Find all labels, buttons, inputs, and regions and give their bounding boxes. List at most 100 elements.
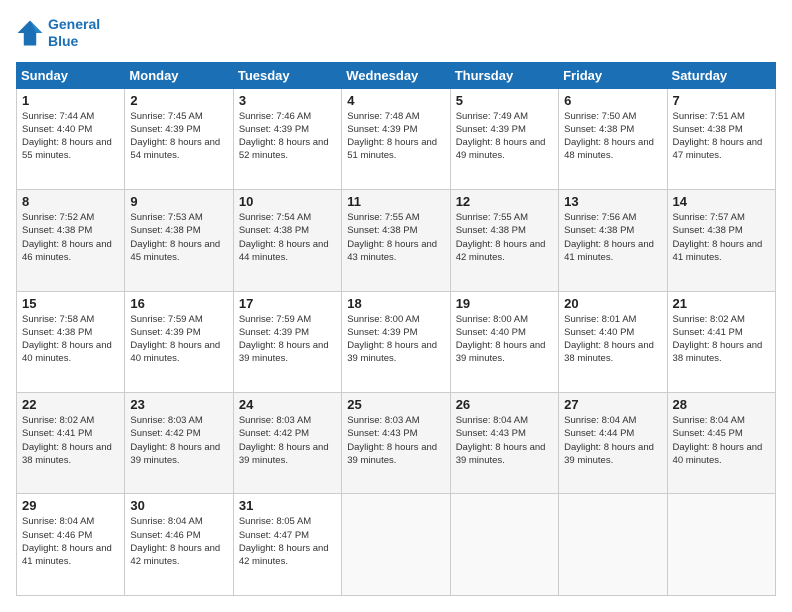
header: General Blue <box>16 16 776 50</box>
calendar-cell: 19 Sunrise: 8:00 AMSunset: 4:40 PMDaylig… <box>450 291 558 392</box>
cell-info: Sunrise: 7:51 AMSunset: 4:38 PMDaylight:… <box>673 111 763 162</box>
day-number: 15 <box>22 296 119 311</box>
calendar-cell: 9 Sunrise: 7:53 AMSunset: 4:38 PMDayligh… <box>125 190 233 291</box>
calendar-cell <box>342 494 450 596</box>
calendar-cell: 3 Sunrise: 7:46 AMSunset: 4:39 PMDayligh… <box>233 88 341 189</box>
day-number: 16 <box>130 296 227 311</box>
day-number: 2 <box>130 93 227 108</box>
cell-info: Sunrise: 7:58 AMSunset: 4:38 PMDaylight:… <box>22 314 112 365</box>
day-header-friday: Friday <box>559 62 667 88</box>
calendar-cell <box>667 494 775 596</box>
calendar-row-1: 1 Sunrise: 7:44 AMSunset: 4:40 PMDayligh… <box>17 88 776 189</box>
day-number: 17 <box>239 296 336 311</box>
calendar-cell: 20 Sunrise: 8:01 AMSunset: 4:40 PMDaylig… <box>559 291 667 392</box>
calendar-cell: 12 Sunrise: 7:55 AMSunset: 4:38 PMDaylig… <box>450 190 558 291</box>
calendar-cell: 30 Sunrise: 8:04 AMSunset: 4:46 PMDaylig… <box>125 494 233 596</box>
day-header-saturday: Saturday <box>667 62 775 88</box>
cell-info: Sunrise: 7:55 AMSunset: 4:38 PMDaylight:… <box>456 212 546 263</box>
day-number: 3 <box>239 93 336 108</box>
day-number: 9 <box>130 194 227 209</box>
cell-info: Sunrise: 8:03 AMSunset: 4:42 PMDaylight:… <box>130 415 220 466</box>
cell-info: Sunrise: 8:04 AMSunset: 4:46 PMDaylight:… <box>130 516 220 567</box>
calendar-cell: 25 Sunrise: 8:03 AMSunset: 4:43 PMDaylig… <box>342 393 450 494</box>
calendar-cell: 26 Sunrise: 8:04 AMSunset: 4:43 PMDaylig… <box>450 393 558 494</box>
cell-info: Sunrise: 7:45 AMSunset: 4:39 PMDaylight:… <box>130 111 220 162</box>
day-header-thursday: Thursday <box>450 62 558 88</box>
cell-info: Sunrise: 8:02 AMSunset: 4:41 PMDaylight:… <box>673 314 763 365</box>
calendar-cell: 11 Sunrise: 7:55 AMSunset: 4:38 PMDaylig… <box>342 190 450 291</box>
day-number: 4 <box>347 93 444 108</box>
cell-info: Sunrise: 7:59 AMSunset: 4:39 PMDaylight:… <box>130 314 220 365</box>
calendar-cell: 28 Sunrise: 8:04 AMSunset: 4:45 PMDaylig… <box>667 393 775 494</box>
day-number: 30 <box>130 498 227 513</box>
cell-info: Sunrise: 7:44 AMSunset: 4:40 PMDaylight:… <box>22 111 112 162</box>
cell-info: Sunrise: 8:04 AMSunset: 4:44 PMDaylight:… <box>564 415 654 466</box>
cell-info: Sunrise: 7:52 AMSunset: 4:38 PMDaylight:… <box>22 212 112 263</box>
cell-info: Sunrise: 8:03 AMSunset: 4:42 PMDaylight:… <box>239 415 329 466</box>
calendar-cell: 2 Sunrise: 7:45 AMSunset: 4:39 PMDayligh… <box>125 88 233 189</box>
day-number: 10 <box>239 194 336 209</box>
day-number: 31 <box>239 498 336 513</box>
calendar-cell: 23 Sunrise: 8:03 AMSunset: 4:42 PMDaylig… <box>125 393 233 494</box>
calendar-cell: 16 Sunrise: 7:59 AMSunset: 4:39 PMDaylig… <box>125 291 233 392</box>
calendar-cell: 29 Sunrise: 8:04 AMSunset: 4:46 PMDaylig… <box>17 494 125 596</box>
calendar-cell <box>559 494 667 596</box>
cell-info: Sunrise: 7:53 AMSunset: 4:38 PMDaylight:… <box>130 212 220 263</box>
day-number: 8 <box>22 194 119 209</box>
cell-info: Sunrise: 7:57 AMSunset: 4:38 PMDaylight:… <box>673 212 763 263</box>
calendar-cell: 15 Sunrise: 7:58 AMSunset: 4:38 PMDaylig… <box>17 291 125 392</box>
calendar-row-3: 15 Sunrise: 7:58 AMSunset: 4:38 PMDaylig… <box>17 291 776 392</box>
logo: General Blue <box>16 16 100 50</box>
day-number: 6 <box>564 93 661 108</box>
day-number: 22 <box>22 397 119 412</box>
calendar-cell: 10 Sunrise: 7:54 AMSunset: 4:38 PMDaylig… <box>233 190 341 291</box>
page: General Blue SundayMondayTuesdayWednesda… <box>0 0 792 612</box>
cell-info: Sunrise: 8:00 AMSunset: 4:40 PMDaylight:… <box>456 314 546 365</box>
day-number: 29 <box>22 498 119 513</box>
day-number: 11 <box>347 194 444 209</box>
day-number: 26 <box>456 397 553 412</box>
calendar-cell: 22 Sunrise: 8:02 AMSunset: 4:41 PMDaylig… <box>17 393 125 494</box>
calendar-row-4: 22 Sunrise: 8:02 AMSunset: 4:41 PMDaylig… <box>17 393 776 494</box>
calendar-cell: 6 Sunrise: 7:50 AMSunset: 4:38 PMDayligh… <box>559 88 667 189</box>
day-header-monday: Monday <box>125 62 233 88</box>
day-number: 18 <box>347 296 444 311</box>
cell-info: Sunrise: 8:04 AMSunset: 4:46 PMDaylight:… <box>22 516 112 567</box>
calendar-cell: 4 Sunrise: 7:48 AMSunset: 4:39 PMDayligh… <box>342 88 450 189</box>
cell-info: Sunrise: 7:48 AMSunset: 4:39 PMDaylight:… <box>347 111 437 162</box>
cell-info: Sunrise: 7:55 AMSunset: 4:38 PMDaylight:… <box>347 212 437 263</box>
calendar-cell: 18 Sunrise: 8:00 AMSunset: 4:39 PMDaylig… <box>342 291 450 392</box>
cell-info: Sunrise: 8:04 AMSunset: 4:45 PMDaylight:… <box>673 415 763 466</box>
calendar-row-5: 29 Sunrise: 8:04 AMSunset: 4:46 PMDaylig… <box>17 494 776 596</box>
day-number: 20 <box>564 296 661 311</box>
day-number: 27 <box>564 397 661 412</box>
calendar-cell: 21 Sunrise: 8:02 AMSunset: 4:41 PMDaylig… <box>667 291 775 392</box>
cell-info: Sunrise: 8:03 AMSunset: 4:43 PMDaylight:… <box>347 415 437 466</box>
day-header-wednesday: Wednesday <box>342 62 450 88</box>
calendar-row-2: 8 Sunrise: 7:52 AMSunset: 4:38 PMDayligh… <box>17 190 776 291</box>
cell-info: Sunrise: 7:59 AMSunset: 4:39 PMDaylight:… <box>239 314 329 365</box>
cell-info: Sunrise: 7:50 AMSunset: 4:38 PMDaylight:… <box>564 111 654 162</box>
calendar-header-row: SundayMondayTuesdayWednesdayThursdayFrid… <box>17 62 776 88</box>
calendar-cell: 5 Sunrise: 7:49 AMSunset: 4:39 PMDayligh… <box>450 88 558 189</box>
calendar-cell: 27 Sunrise: 8:04 AMSunset: 4:44 PMDaylig… <box>559 393 667 494</box>
day-number: 7 <box>673 93 770 108</box>
cell-info: Sunrise: 7:56 AMSunset: 4:38 PMDaylight:… <box>564 212 654 263</box>
day-number: 12 <box>456 194 553 209</box>
cell-info: Sunrise: 8:00 AMSunset: 4:39 PMDaylight:… <box>347 314 437 365</box>
calendar-cell: 17 Sunrise: 7:59 AMSunset: 4:39 PMDaylig… <box>233 291 341 392</box>
calendar-cell: 8 Sunrise: 7:52 AMSunset: 4:38 PMDayligh… <box>17 190 125 291</box>
cell-info: Sunrise: 8:02 AMSunset: 4:41 PMDaylight:… <box>22 415 112 466</box>
cell-info: Sunrise: 8:01 AMSunset: 4:40 PMDaylight:… <box>564 314 654 365</box>
cell-info: Sunrise: 8:04 AMSunset: 4:43 PMDaylight:… <box>456 415 546 466</box>
day-number: 19 <box>456 296 553 311</box>
day-number: 21 <box>673 296 770 311</box>
day-number: 1 <box>22 93 119 108</box>
cell-info: Sunrise: 8:05 AMSunset: 4:47 PMDaylight:… <box>239 516 329 567</box>
calendar-cell: 13 Sunrise: 7:56 AMSunset: 4:38 PMDaylig… <box>559 190 667 291</box>
day-header-sunday: Sunday <box>17 62 125 88</box>
calendar-cell: 1 Sunrise: 7:44 AMSunset: 4:40 PMDayligh… <box>17 88 125 189</box>
day-number: 5 <box>456 93 553 108</box>
calendar-cell: 31 Sunrise: 8:05 AMSunset: 4:47 PMDaylig… <box>233 494 341 596</box>
calendar-cell: 7 Sunrise: 7:51 AMSunset: 4:38 PMDayligh… <box>667 88 775 189</box>
